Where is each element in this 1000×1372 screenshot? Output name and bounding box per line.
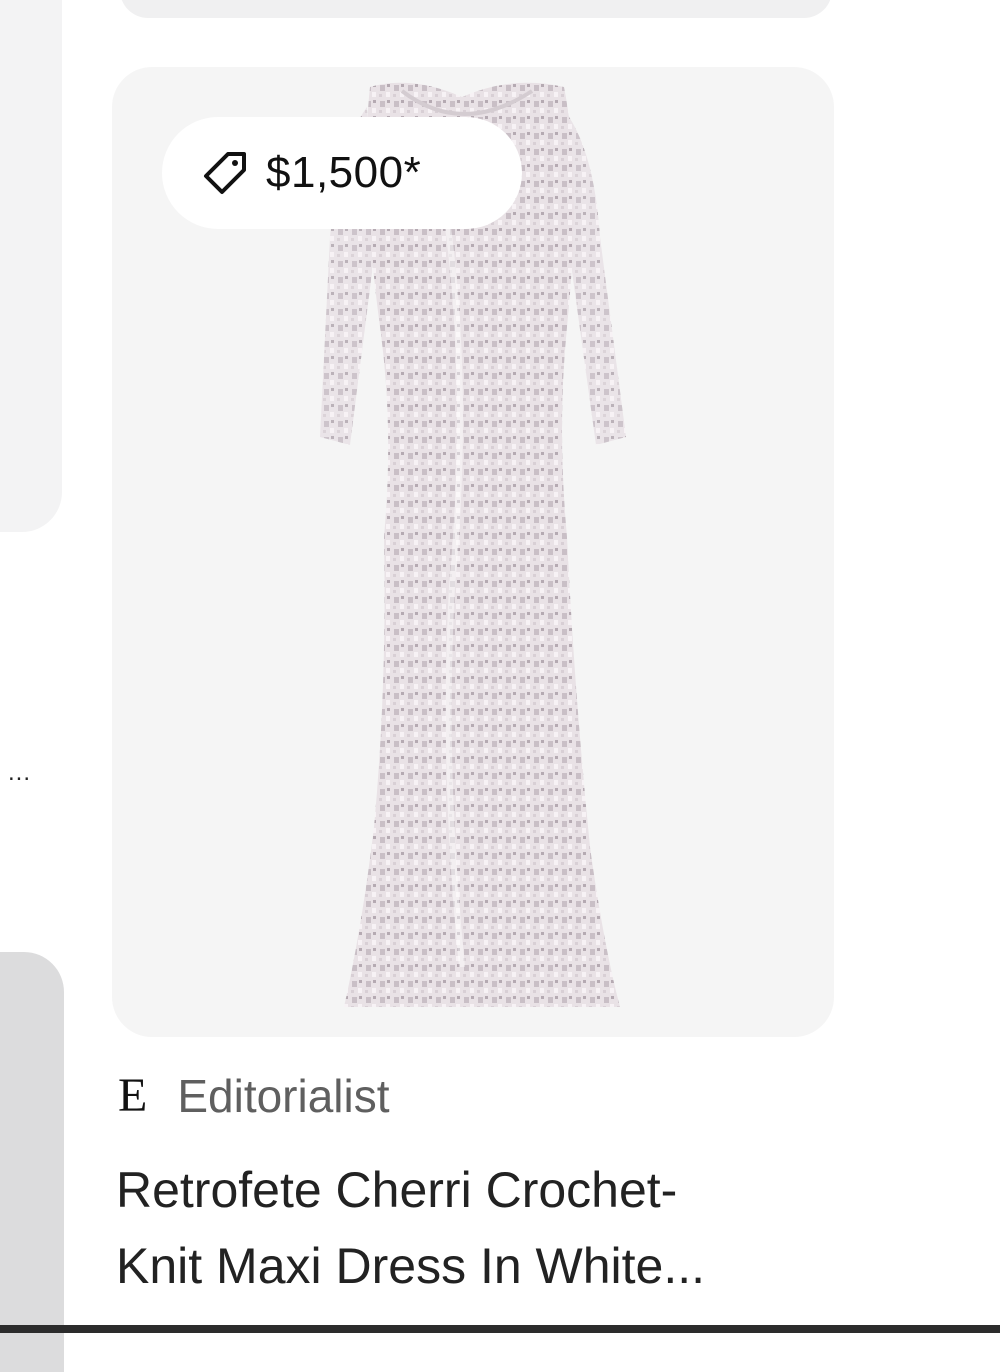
pin-image-card[interactable]: $1,500* <box>112 67 834 1037</box>
left-pin-card-upper[interactable] <box>0 0 62 532</box>
bottom-divider <box>0 1325 1000 1333</box>
pin-title-line-1: Retrofete Cherri Crochet- <box>116 1162 678 1218</box>
source-row[interactable]: E Editorialist <box>118 1066 390 1126</box>
source-name[interactable]: Editorialist <box>177 1069 389 1123</box>
price-label: $1,500* <box>266 148 422 197</box>
left-pin-card-lower[interactable] <box>0 952 64 1372</box>
more-options-button[interactable]: ... <box>8 758 48 788</box>
pin-title-line-2: Knit Maxi Dress In White... <box>116 1238 706 1294</box>
pin-title[interactable]: Retrofete Cherri Crochet- Knit Maxi Dres… <box>116 1152 836 1304</box>
source-logo: E <box>118 1069 148 1122</box>
previous-pin-card[interactable] <box>120 0 832 18</box>
price-tag-icon <box>198 146 252 200</box>
price-badge[interactable]: $1,500* <box>162 117 522 229</box>
